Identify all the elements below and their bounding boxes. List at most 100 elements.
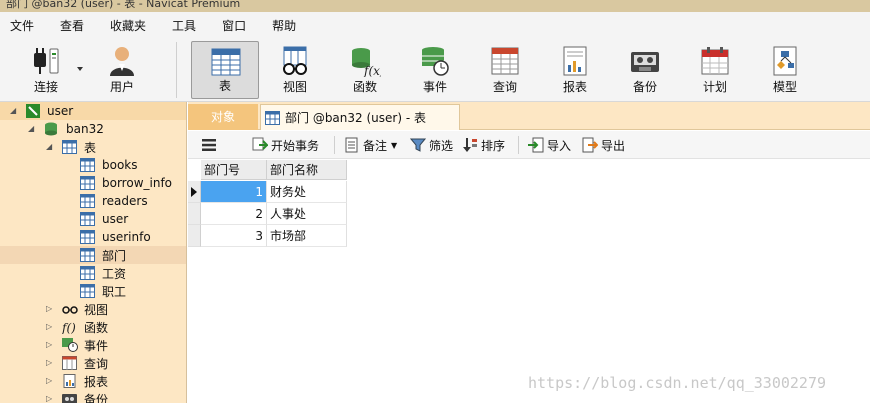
schedule-button[interactable]: 计划 (681, 41, 749, 99)
column-header-dept-no[interactable]: 部门号 (201, 160, 267, 180)
view-icon (62, 306, 78, 314)
table-cell[interactable]: 2 (201, 203, 267, 225)
menu-file[interactable]: 文件 (10, 17, 34, 34)
view-icon (283, 46, 307, 75)
comment-button[interactable]: 备注 ▼ (344, 136, 397, 154)
backup-button[interactable]: 备份 (611, 41, 679, 99)
report-button[interactable]: 报表 (541, 41, 609, 99)
column-header-label: 部门名称 (270, 163, 319, 177)
table-toolbar: 开始事务 备注 ▼ 筛选 排序 导入 导出 (188, 131, 870, 159)
expand-arrow-icon[interactable]: ◢ (46, 142, 56, 152)
svg-text:f(): f() (62, 321, 76, 334)
table-icon (211, 48, 241, 76)
menu-view[interactable]: 查看 (60, 17, 84, 34)
tree-folder-backups[interactable]: ▷ 备份 (0, 390, 186, 403)
collapse-arrow-icon[interactable]: ▷ (46, 322, 56, 332)
toolbar-separator (176, 42, 177, 98)
table-icon (80, 230, 95, 244)
watermark-text: https://blog.csdn.net/qq_33002279 (528, 374, 827, 392)
collapse-arrow-icon[interactable]: ▷ (46, 394, 56, 403)
column-header-dept-name[interactable]: 部门名称 (267, 160, 347, 180)
user-icon (110, 47, 134, 76)
tab-table-department[interactable]: 部门 @ban32 (user) - 表 (260, 104, 460, 130)
chevron-down-icon[interactable]: ▼ (391, 141, 397, 150)
tree-table-userinfo[interactable]: userinfo (0, 228, 186, 246)
tree-label: books (102, 158, 138, 172)
model-label: 模型 (772, 80, 797, 94)
backup-icon (631, 52, 659, 72)
table-label: 表 (218, 79, 231, 93)
event-button[interactable]: 事件 (401, 41, 469, 99)
tree-label: 职工 (102, 284, 127, 299)
connect-dropdown-icon[interactable] (77, 67, 83, 71)
user-button[interactable]: 用户 (88, 41, 156, 99)
sort-icon (463, 138, 477, 152)
tab-objects[interactable]: 对象 (188, 104, 258, 130)
function-label: 函数 (352, 80, 377, 94)
tree-table-staff[interactable]: 职工 (0, 282, 186, 300)
tree-table-books[interactable]: books (0, 156, 186, 174)
view-button[interactable]: 视图 (261, 41, 329, 99)
table-cell[interactable]: 人事处 (267, 203, 347, 225)
import-button[interactable]: 导入 (528, 136, 571, 154)
filter-button[interactable]: 筛选 (410, 136, 453, 154)
tree-folder-views[interactable]: ▷ 视图 (0, 300, 186, 318)
transaction-icon (252, 137, 268, 151)
model-button[interactable]: 模型 (751, 41, 819, 99)
tree-table-salary[interactable]: 工资 (0, 264, 186, 282)
function-button[interactable]: f(x) 函数 (331, 41, 399, 99)
tree-connection-user[interactable]: ◢ user (0, 102, 186, 120)
navigation-tree: ◢ user ◢ ban32 ◢ 表 books borrow_info rea… (0, 102, 187, 403)
plug-icon (34, 48, 59, 74)
tab-label: 部门 @ban32 (user) - 表 (285, 111, 426, 125)
row-indicator[interactable] (188, 181, 201, 203)
menu-tools[interactable]: 工具 (172, 17, 196, 34)
menu-window[interactable]: 窗口 (222, 17, 246, 34)
export-button[interactable]: 导出 (582, 136, 625, 154)
comment-icon (345, 137, 358, 153)
tree-table-borrow-info[interactable]: borrow_info (0, 174, 186, 192)
tree-label: 视图 (84, 302, 109, 317)
tree-folder-queries[interactable]: ▷ 查询 (0, 354, 186, 372)
menu-favorites[interactable]: 收藏夹 (110, 17, 146, 34)
table-icon (80, 176, 95, 190)
menu-help[interactable]: 帮助 (272, 17, 296, 34)
row-indicator[interactable] (188, 203, 201, 225)
table-cell[interactable]: 财务处 (267, 181, 347, 203)
collapse-arrow-icon[interactable]: ▷ (46, 376, 56, 386)
tree-label: user (102, 212, 129, 226)
tree-table-readers[interactable]: readers (0, 192, 186, 210)
table-cell[interactable]: 3 (201, 225, 267, 247)
expand-arrow-icon[interactable]: ◢ (10, 106, 20, 116)
table-cell[interactable]: 1 (201, 181, 267, 203)
collapse-arrow-icon[interactable]: ▷ (46, 358, 56, 368)
import-label: 导入 (547, 138, 572, 153)
query-button[interactable]: 查询 (471, 41, 539, 99)
collapse-arrow-icon[interactable]: ▷ (46, 340, 56, 350)
tree-table-department[interactable]: 部门 (0, 246, 186, 264)
sort-button[interactable]: 排序 (462, 136, 505, 154)
tree-label: 事件 (84, 338, 109, 353)
model-icon (773, 46, 797, 76)
tree-folder-reports[interactable]: ▷ 报表 (0, 372, 186, 390)
table-cell[interactable]: 市场部 (267, 225, 347, 247)
connect-label: 连接 (33, 80, 58, 94)
backup-icon (62, 394, 77, 403)
tree-folder-functions[interactable]: ▷ f() 函数 (0, 318, 186, 336)
tree-table-user[interactable]: user (0, 210, 186, 228)
table-icon (80, 248, 95, 262)
connection-icon (26, 104, 40, 118)
table-button[interactable]: 表 (191, 41, 259, 99)
begin-transaction-button[interactable]: 开始事务 (252, 136, 319, 154)
tree-folder-tables[interactable]: ◢ 表 (0, 138, 186, 156)
collapse-arrow-icon[interactable]: ▷ (46, 304, 56, 314)
expand-arrow-icon[interactable]: ◢ (28, 124, 38, 134)
row-indicator[interactable] (188, 225, 201, 247)
connect-button[interactable]: 连接 (12, 41, 80, 99)
current-row-arrow-icon (191, 187, 197, 197)
tree-folder-events[interactable]: ▷ 事件 (0, 336, 186, 354)
tree-label: 部门 (102, 248, 127, 263)
toolbar-separator (334, 136, 335, 154)
menu-hamburger-icon[interactable] (202, 136, 216, 154)
tree-database-ban32[interactable]: ◢ ban32 (0, 120, 186, 138)
